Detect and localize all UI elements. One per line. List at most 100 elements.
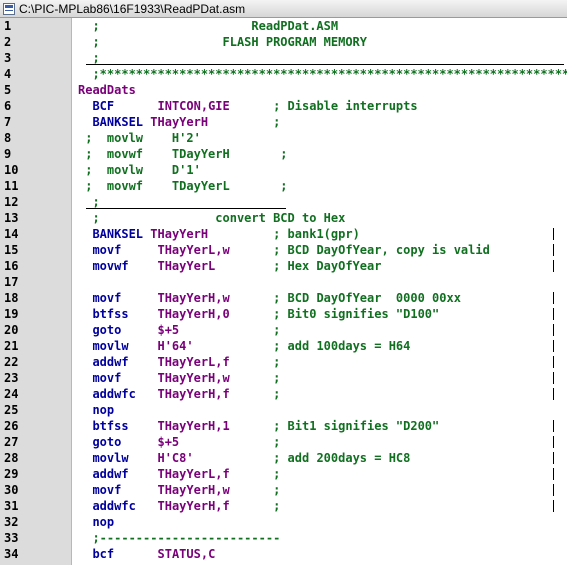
line-number: 4 (4, 67, 12, 81)
code-area[interactable]: 1 ; ReadPDat.ASM 2 ; FLASH PROGRAM MEMORY… (0, 18, 567, 562)
line-text: ; movlw H'2' (85, 131, 201, 145)
code-line[interactable]: 8 ; movlw H'2' (0, 130, 567, 146)
line-text: ; movlw D'1' (85, 163, 201, 177)
line-number: 27 (4, 435, 19, 449)
line-text: addwfc THayYerH,f ; (92, 499, 281, 513)
line-number: 6 (4, 99, 12, 113)
code-line[interactable]: 14 BANKSEL THayYerH ; bank1(gpr) (0, 226, 567, 242)
line-number: 29 (4, 467, 19, 481)
code-line[interactable]: 18 movf THayYerH,w ; BCD DayOfYear 0000 … (0, 290, 567, 306)
code-line[interactable]: 22 addwf THayYerL,f ; (0, 354, 567, 370)
code-line[interactable]: 17 (0, 274, 567, 290)
line-number: 24 (4, 387, 19, 401)
line-text: ;------------------------- (92, 531, 281, 545)
code-line[interactable]: 15 movf THayYerL,w ; BCD DayOfYear, copy… (0, 242, 567, 258)
line-number: 17 (4, 275, 19, 289)
line-text: ;***************************************… (92, 67, 567, 81)
code-line[interactable]: 23 movf THayYerH,w ; (0, 370, 567, 386)
code-line[interactable]: 29 addwf THayYerL,f ; (0, 466, 567, 482)
code-line[interactable]: 27 goto $+5 ; (0, 434, 567, 450)
line-text: ReadDats (78, 83, 136, 97)
line-number: 13 (4, 211, 19, 225)
code-line[interactable]: 1 ; ReadPDat.ASM (0, 18, 567, 34)
code-line[interactable]: 9 ; movwf TDayYerH ; (0, 146, 567, 162)
code-line[interactable]: 33 ;------------------------- (0, 530, 567, 546)
line-number: 33 (4, 531, 19, 545)
right-margin-marker (553, 292, 554, 304)
line-number: 20 (4, 323, 19, 337)
code-line[interactable]: 13 ; convert BCD to Hex (0, 210, 567, 226)
line-text: btfss THayYerH,0 ; Bit0 signifies "D100" (92, 307, 440, 321)
line-text: addwfc THayYerH,f ; (92, 387, 281, 401)
line-number: 26 (4, 419, 19, 433)
code-line[interactable]: 30 movf THayYerH,w ; (0, 482, 567, 498)
line-number: 22 (4, 355, 19, 369)
right-margin-marker (553, 420, 554, 432)
right-margin-marker (553, 452, 554, 464)
line-text: ; convert BCD to Hex (92, 211, 346, 225)
right-margin-marker (553, 356, 554, 368)
line-number: 32 (4, 515, 19, 529)
code-line[interactable]: 16 movwf THayYerL ; Hex DayOfYear (0, 258, 567, 274)
line-number: 21 (4, 339, 19, 353)
right-margin-marker (553, 372, 554, 384)
line-text: BANKSEL THayYerH ; bank1(gpr) (92, 227, 360, 241)
line-text: btfss THayYerH,1 ; Bit1 signifies "D200" (92, 419, 440, 433)
code-line[interactable]: 5 ReadDats (0, 82, 567, 98)
right-margin-marker (553, 436, 554, 448)
line-text: goto $+5 ; (92, 323, 281, 337)
line-number: 5 (4, 83, 12, 97)
line-number: 8 (4, 131, 12, 145)
right-margin-marker (553, 468, 554, 480)
code-line[interactable]: 31 addwfc THayYerH,f ; (0, 498, 567, 514)
line-number: 3 (4, 51, 12, 65)
separator-rule (86, 208, 286, 209)
line-number: 30 (4, 483, 19, 497)
window-titlebar[interactable]: C:\PIC-MPLab86\16F1933\ReadPDat.asm (0, 0, 567, 18)
code-line[interactable]: 20 goto $+5 ; (0, 322, 567, 338)
line-number: 15 (4, 243, 19, 257)
right-margin-marker (553, 500, 554, 512)
line-number: 28 (4, 451, 19, 465)
line-number: 10 (4, 163, 19, 177)
right-margin-marker (553, 260, 554, 272)
code-line[interactable]: 4 ;*************************************… (0, 66, 567, 82)
code-line[interactable]: 25 nop (0, 402, 567, 418)
line-text: goto $+5 ; (92, 435, 281, 449)
line-text: movf THayYerL,w ; BCD DayOfYear, copy is… (92, 243, 490, 257)
code-line[interactable]: 26 btfss THayYerH,1 ; Bit1 signifies "D2… (0, 418, 567, 434)
right-margin-marker (553, 324, 554, 336)
line-number: 12 (4, 195, 19, 209)
line-text: ; movwf TDayYerH ; (85, 147, 288, 161)
code-editor[interactable]: 1 ; ReadPDat.ASM 2 ; FLASH PROGRAM MEMORY… (0, 18, 567, 565)
code-line[interactable]: 7 BANKSEL THayYerH ; (0, 114, 567, 130)
line-text: movlw H'C8' ; add 200days = HC8 (92, 451, 411, 465)
code-line[interactable]: 34 bcf STATUS,C (0, 546, 567, 562)
window-title: C:\PIC-MPLab86\16F1933\ReadPDat.asm (19, 1, 246, 16)
right-margin-marker (553, 388, 554, 400)
line-text: ; movwf TDayYerL ; (85, 179, 288, 193)
line-number: 16 (4, 259, 19, 273)
line-number: 23 (4, 371, 19, 385)
code-line[interactable]: 19 btfss THayYerH,0 ; Bit0 signifies "D1… (0, 306, 567, 322)
line-number: 11 (4, 179, 19, 193)
line-text: addwf THayYerL,f ; (92, 355, 281, 369)
line-text: movf THayYerH,w ; (92, 483, 281, 497)
line-text: movf THayYerH,w ; (92, 371, 281, 385)
line-number: 7 (4, 115, 12, 129)
line-number: 19 (4, 307, 19, 321)
line-text: movlw H'64' ; add 100days = H64 (92, 339, 411, 353)
code-line[interactable]: 28 movlw H'C8' ; add 200days = HC8 (0, 450, 567, 466)
right-margin-marker (553, 228, 554, 240)
code-line[interactable]: 21 movlw H'64' ; add 100days = H64 (0, 338, 567, 354)
code-line[interactable]: 2 ; FLASH PROGRAM MEMORY (0, 34, 567, 50)
code-line[interactable]: 6 BCF INTCON,GIE ; Disable interrupts (0, 98, 567, 114)
line-text: ; FLASH PROGRAM MEMORY (92, 35, 367, 49)
code-line[interactable]: 11 ; movwf TDayYerL ; (0, 178, 567, 194)
line-number: 34 (4, 547, 19, 561)
code-line[interactable]: 32 nop (0, 514, 567, 530)
right-margin-marker (553, 484, 554, 496)
code-line[interactable]: 10 ; movlw D'1' (0, 162, 567, 178)
code-line[interactable]: 24 addwfc THayYerH,f ; (0, 386, 567, 402)
separator-rule (86, 64, 564, 65)
